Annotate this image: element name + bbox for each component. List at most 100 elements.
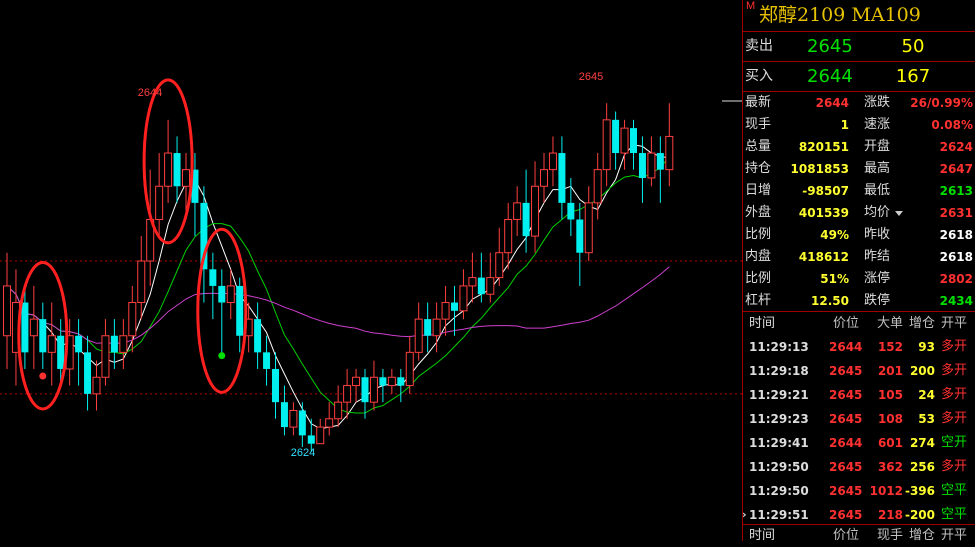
stat-value: 51% [820, 272, 849, 286]
candle-body-up [548, 152, 557, 171]
tick-row[interactable]: 11:29:23 2645 108 53 多开 [743, 407, 975, 431]
stat-row: 内盘 418612 昨结 2618 [743, 246, 975, 268]
bid-row[interactable]: 买入 2644 167 [743, 62, 975, 92]
stat-value: 26/0.99% [910, 96, 973, 110]
tick-oi: 274 [909, 436, 935, 450]
candle-body-up [343, 385, 352, 403]
candle-body-down [173, 153, 181, 187]
stat-label: 现手 [745, 117, 772, 132]
col-time: 时间 [749, 316, 776, 331]
tick-volume: 108 [877, 412, 903, 426]
stat-label: 日增 [745, 183, 772, 198]
candle-body-down [361, 377, 369, 403]
ask-row[interactable]: 卖出 2645 50 [743, 32, 975, 62]
annotation-ellipses [17, 78, 248, 411]
footer-header: 时间 价位 现手 增仓 开平 [743, 524, 975, 543]
candle-body-down [397, 377, 405, 386]
tick-time: 11:29:41 [749, 436, 809, 450]
tick-price: 2645 [829, 460, 863, 474]
col-type: 开平 [941, 316, 968, 331]
candle-body-up [468, 277, 477, 287]
foot-col-oi: 增仓 [908, 528, 935, 543]
stat-row: 日增 -98507 最低 2613 [743, 180, 975, 202]
tick-oi: 200 [909, 364, 935, 378]
tick-row[interactable]: 11:29:50 2645 362 256 多开 [743, 455, 975, 479]
candle-body-up [3, 285, 11, 337]
tick-oi: 93 [918, 340, 935, 354]
tick-time: 11:29:23 [749, 412, 809, 426]
tick-list[interactable]: 11:29:13 2644 152 93 多开 11:29:18 2645 201 200 多开 1… [742, 335, 975, 527]
tick-volume: 601 [877, 436, 903, 450]
dropdown-triangle-icon[interactable] [895, 211, 903, 216]
stat-value: 2618 [939, 228, 973, 242]
stat-row: 现手 1 速涨 0.08% [743, 114, 975, 136]
candle-body-up [101, 335, 110, 378]
quote-panel: M 郑醇2109 MA109 卖出 2645 50 买入 2644 167 最新… [742, 0, 975, 543]
stat-row: 比例 51% 涨停 2802 [743, 268, 975, 290]
stat-label: 涨跌 [864, 95, 891, 110]
candle-body-down [57, 335, 65, 369]
tick-row[interactable]: 11:29:13 2644 152 93 多开 [743, 335, 975, 359]
candle-body-down [84, 352, 92, 394]
stat-label: 昨收 [864, 227, 891, 242]
ask-volume: 50 [901, 36, 925, 57]
high-price-label: 2645 [579, 71, 603, 83]
tick-type: 多开 [941, 339, 968, 354]
tick-type: 多开 [941, 459, 968, 474]
stat-label: 最高 [864, 161, 891, 176]
stat-label: 外盘 [745, 205, 772, 220]
tick-row[interactable]: 11:29:18 2645 201 200 多开 [743, 359, 975, 383]
candle-body-down [280, 402, 288, 428]
quote-stats: 最新 2644 涨跌 26/0.99% 现手 1 速涨 0.08% 总量 820151 开盘 2624… [743, 92, 975, 312]
tick-time: 11:29:50 [749, 460, 809, 474]
candlesticks [3, 103, 674, 452]
tick-volume: 105 [877, 388, 903, 402]
stat-row: 外盘 401539 均价 2631 [743, 202, 975, 224]
stat-label: 涨停 [864, 271, 891, 286]
candle-body-up [128, 302, 137, 337]
candle-body-up [405, 351, 414, 387]
col-oi: 增仓 [908, 316, 935, 331]
ticks-header: 时间 价位 大单 增仓 开平 [743, 312, 975, 335]
kline-chart[interactable]: 2645 2644 2624 [0, 0, 742, 541]
candle-body-down [307, 435, 315, 444]
candle-body-down [567, 202, 575, 220]
tick-row[interactable]: 11:29:50 2645 1012 -396 空平 [743, 479, 975, 503]
candle-body-down [522, 202, 530, 237]
tick-price: 2645 [829, 412, 863, 426]
stat-value: 2647 [939, 162, 973, 176]
candle-body-down [263, 352, 271, 369]
candle-body-down [298, 410, 306, 436]
stat-value: 2802 [939, 272, 973, 286]
tick-oi: 53 [918, 412, 935, 426]
foot-col-volume: 现手 [876, 528, 903, 543]
candle-body-down [656, 153, 664, 170]
tick-row[interactable]: 11:29:21 2645 105 24 多开 [743, 383, 975, 407]
stat-value: 2618 [939, 250, 973, 264]
tick-type: 多开 [941, 387, 968, 402]
candle-body-up [531, 185, 540, 237]
tick-price: 2644 [829, 436, 863, 450]
tick-time: 11:29:13 [749, 340, 809, 354]
candle-body-up [647, 152, 656, 179]
candle-body-down [236, 285, 244, 336]
stat-label: 内盘 [745, 249, 772, 264]
stat-label: 均价 [864, 205, 891, 220]
stat-value: 1081853 [790, 162, 849, 176]
candle-body-up [486, 277, 495, 295]
signal-dot [39, 372, 47, 380]
candle-body-up [369, 376, 378, 403]
candle-body-down [272, 368, 279, 403]
tick-price: 2644 [829, 340, 863, 354]
tick-time: 11:29:18 [749, 364, 809, 378]
stat-value: 2644 [815, 96, 849, 110]
stat-value: -98507 [802, 184, 849, 198]
bid-label: 买入 [745, 68, 773, 84]
candle-body-up [665, 135, 674, 171]
tick-row[interactable]: 11:29:41 2644 601 274 空开 [743, 431, 975, 455]
stat-value: 2434 [939, 294, 973, 308]
candle-body-up [352, 376, 361, 387]
tick-type: 空平 [941, 483, 968, 498]
stat-label: 开盘 [864, 139, 891, 154]
col-price: 价位 [832, 316, 859, 331]
